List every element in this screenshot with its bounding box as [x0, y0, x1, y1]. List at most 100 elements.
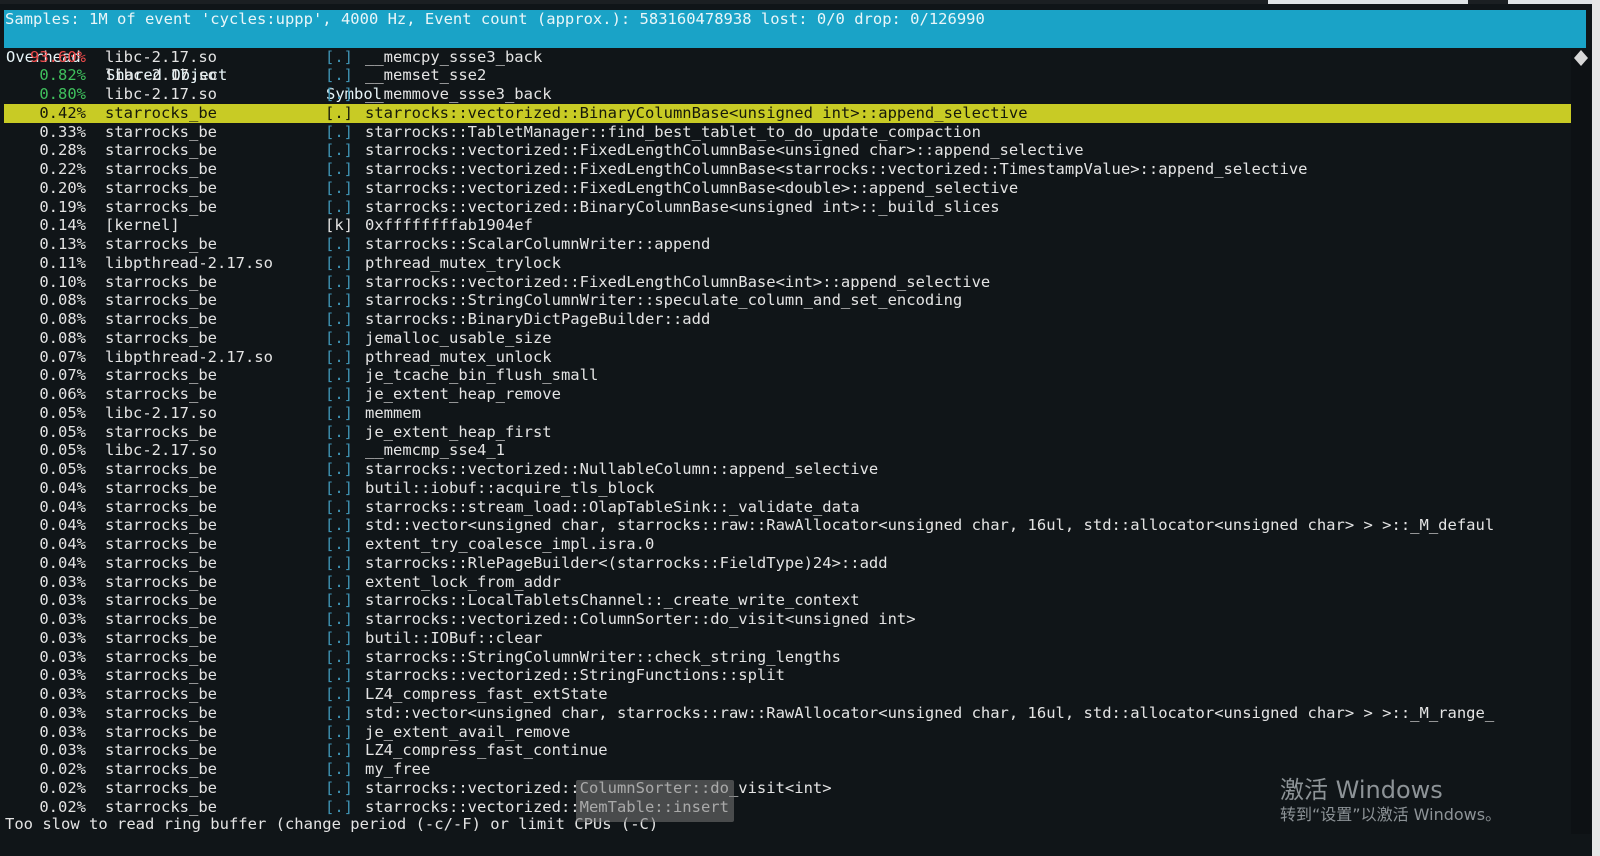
symbol-row[interactable]: 0.03% starrocks_be [.] starrocks::LocalTabl… [4, 591, 1586, 610]
shared-object-name: libc-2.17.so [105, 66, 217, 85]
symbol-row[interactable]: 0.19% starrocks_be [.] starrocks::vectorize… [4, 198, 1586, 217]
overhead-value: 0.03% [39, 703, 86, 722]
symbol-name: starrocks::LocalTabletsChannel::_create_… [365, 591, 860, 610]
overhead-value: 93.60% [30, 47, 86, 66]
symbol-row[interactable]: 0.80% libc-2.17.so [.] __memmove_ssse3_back [4, 85, 1586, 104]
symbol-row[interactable]: 0.11% libpthread-2.17.so [.] pthread_mutex_… [4, 254, 1586, 273]
scroll-up-arrow-icon[interactable] [1574, 50, 1588, 58]
shared-object-name: starrocks_be [105, 703, 217, 722]
symbol-name: pthread_mutex_unlock [365, 347, 552, 366]
symbol-name: jemalloc_usable_size [365, 328, 552, 347]
symbol-row[interactable]: 0.05% libc-2.17.so [.] memmem [4, 404, 1586, 423]
symbol-row[interactable]: 0.03% starrocks_be [.] starrocks::vectorize… [4, 666, 1586, 685]
symbol-row[interactable]: 0.08% starrocks_be [.] starrocks::StringCol… [4, 291, 1586, 310]
symbol-row[interactable]: 0.07% libpthread-2.17.so [.] pthread_mutex_… [4, 348, 1586, 367]
symbol-row[interactable]: 0.20% starrocks_be [.] starrocks::vectorize… [4, 179, 1586, 198]
overhead-value: 0.05% [39, 460, 86, 478]
symbol-row[interactable]: 0.05% starrocks_be [.] je_extent_heap_first [4, 423, 1586, 442]
overhead-value: 0.03% [39, 647, 86, 666]
user-mode-marker: [.] [325, 122, 353, 141]
symbol-row[interactable]: 0.05% libc-2.17.so [.] __memcmp_sse4_1 [4, 441, 1586, 460]
symbol-name: je_extent_heap_first [365, 422, 552, 441]
symbol-row[interactable]: 0.05% starrocks_be [.] starrocks::vectorize… [4, 460, 1586, 479]
user-mode-marker: [.] [325, 253, 353, 272]
overhead-value: 0.14% [39, 216, 86, 235]
symbol-name: extent_lock_from_addr [365, 572, 561, 591]
user-mode-marker: [.] [325, 797, 353, 816]
user-mode-marker: [.] [325, 197, 353, 216]
symbol-row[interactable]: 0.03% starrocks_be [.] je_extent_avail_remo… [4, 723, 1586, 742]
symbol-row[interactable]: 0.04% starrocks_be [.] extent_try_coalesce_… [4, 535, 1586, 554]
symbol-row[interactable]: 0.13% starrocks_be [.] starrocks::ScalarCol… [4, 235, 1586, 254]
activation-subtitle: 转到“设置”以激活 Windows。 [1280, 805, 1502, 824]
shared-object-name: starrocks_be [105, 572, 217, 591]
symbol-row[interactable]: 0.06% starrocks_be [.] je_extent_heap_remov… [4, 385, 1586, 404]
symbol-row[interactable]: 0.14% [kernel] [k] 0xffffffffab1904ef [4, 216, 1586, 235]
symbol-row[interactable]: 0.03% starrocks_be [.] starrocks::StringCol… [4, 648, 1586, 667]
shared-object-name: starrocks_be [105, 610, 217, 628]
symbol-row[interactable]: 0.08% starrocks_be [.] starrocks::BinaryDic… [4, 310, 1586, 329]
user-mode-marker: [.] [325, 103, 353, 122]
user-mode-marker: [.] [325, 628, 353, 647]
symbol-name: starrocks::BinaryDictPageBuilder::add [365, 310, 711, 328]
user-mode-marker: [.] [325, 47, 353, 66]
overhead-value: 0.02% [39, 797, 86, 816]
symbol-name: __memcpy_ssse3_back [365, 47, 543, 66]
symbol-name: starrocks::TabletManager::find_best_tabl… [365, 122, 981, 141]
overhead-value: 0.04% [39, 535, 86, 553]
symbol-row-selected[interactable]: 0.42% starrocks_be [.] starrocks::vectorize… [4, 103, 1586, 123]
scrollbar-track[interactable] [1571, 50, 1591, 834]
window-tab[interactable] [1508, 0, 1600, 4]
symbol-row[interactable]: 0.03% starrocks_be [.] extent_lock_from_add… [4, 573, 1586, 592]
overhead-value: 0.03% [39, 741, 86, 760]
symbol-name: LZ4_compress_fast_extState [365, 685, 608, 703]
user-mode-marker: [.] [325, 572, 353, 591]
symbol-name: starrocks::vectorized::StringFunctions::… [365, 666, 785, 685]
symbol-name: LZ4_compress_fast_continue [365, 741, 608, 760]
user-mode-marker: [.] [325, 516, 353, 535]
overhead-value: 0.13% [39, 235, 86, 253]
user-mode-marker: [.] [325, 347, 353, 366]
kernel-mode-marker: [k] [325, 216, 353, 235]
shared-object-name: starrocks_be [105, 478, 217, 497]
shared-object-name: starrocks_be [105, 272, 217, 291]
symbol-name: starrocks::RlePageBuilder<(starrocks::Fi… [365, 553, 888, 572]
symbol-row[interactable]: 0.22% starrocks_be [.] starrocks::vectorize… [4, 160, 1586, 179]
symbol-row[interactable]: 93.60% libc-2.17.so [.] __memcpy_ssse3_back [4, 48, 1586, 67]
window-tab[interactable] [1268, 0, 1468, 4]
shared-object-name: starrocks_be [105, 497, 217, 516]
symbol-row[interactable]: 0.28% starrocks_be [.] starrocks::vectorize… [4, 141, 1586, 160]
symbol-row[interactable]: 0.04% starrocks_be [.] std::vector<unsigned… [4, 516, 1586, 535]
symbol-row[interactable]: 0.03% starrocks_be [.] butil::IOBuf::clear [4, 629, 1586, 648]
symbol-row[interactable]: 0.08% starrocks_be [.] jemalloc_usable_size [4, 329, 1586, 348]
overhead-value: 0.03% [39, 628, 86, 647]
symbol-row[interactable]: 0.03% starrocks_be [.] std::vector<unsigned… [4, 704, 1586, 723]
user-mode-marker: [.] [325, 460, 353, 478]
symbol-row[interactable]: 0.07% starrocks_be [.] je_tcache_bin_flush_… [4, 366, 1586, 385]
symbol-row[interactable]: 0.04% starrocks_be [.] starrocks::stream_lo… [4, 498, 1586, 517]
symbol-row[interactable]: 0.82% libc-2.17.so [.] __memset_sse2 [4, 66, 1586, 85]
symbol-row[interactable]: 0.33% starrocks_be [.] starrocks::TabletMan… [4, 123, 1586, 142]
symbol-row[interactable]: 0.10% starrocks_be [.] starrocks::vectorize… [4, 273, 1586, 292]
symbol-row[interactable]: 0.04% starrocks_be [.] starrocks::RlePageBu… [4, 554, 1586, 573]
symbol-row[interactable]: 0.03% starrocks_be [.] LZ4_compress_fast_ex… [4, 685, 1586, 704]
overhead-value: 0.04% [39, 553, 86, 572]
user-mode-marker: [.] [325, 385, 353, 403]
shared-object-name: starrocks_be [105, 535, 217, 553]
overhead-value: 0.08% [39, 328, 86, 347]
shared-object-name: starrocks_be [105, 460, 217, 478]
shared-object-name: starrocks_be [105, 366, 217, 385]
symbol-row[interactable]: 0.04% starrocks_be [.] butil::iobuf::acquir… [4, 479, 1586, 498]
symbol-row[interactable]: 0.03% starrocks_be [.] starrocks::vectorize… [4, 610, 1586, 629]
scroll-down-arrow-icon[interactable] [1574, 58, 1588, 66]
shared-object-name: starrocks_be [105, 160, 217, 178]
overhead-value: 0.03% [39, 591, 86, 610]
symbol-row[interactable]: 0.03% starrocks_be [.] LZ4_compress_fast_co… [4, 741, 1586, 760]
hover-tooltip [576, 780, 734, 822]
overhead-value: 0.08% [39, 310, 86, 328]
symbol-name: je_extent_heap_remove [365, 385, 561, 403]
shared-object-name: starrocks_be [105, 628, 217, 647]
overhead-value: 0.33% [39, 122, 86, 141]
user-mode-marker: [.] [325, 553, 353, 572]
shared-object-name: libc-2.17.so [105, 85, 217, 103]
